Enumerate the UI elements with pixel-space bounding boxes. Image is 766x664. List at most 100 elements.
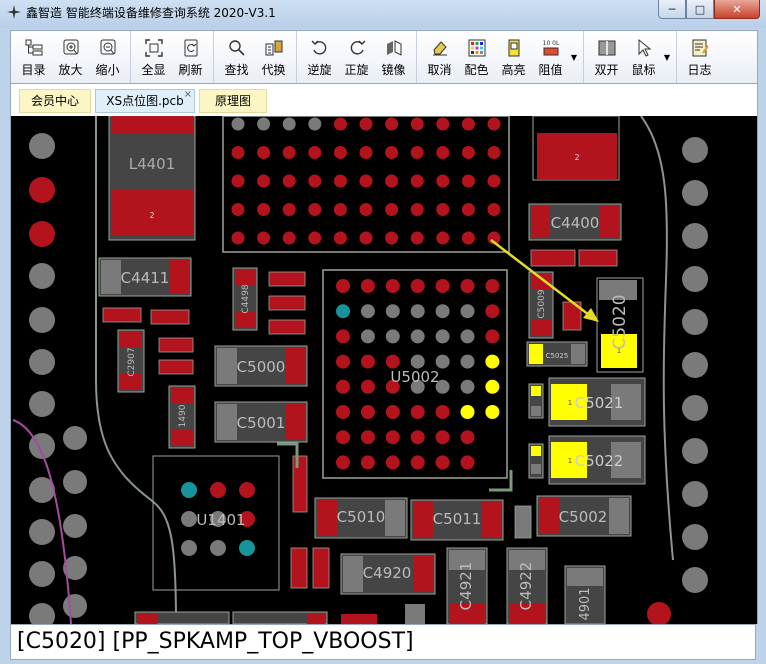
bga-top-ball[interactable] [359,203,373,216]
u5002-ball[interactable] [385,329,400,344]
u5002-ball[interactable] [336,279,350,293]
c4901-component[interactable]: 4901 [564,565,606,624]
left-edge-pad[interactable] [63,514,87,538]
u5002-ball[interactable] [485,354,500,369]
c4411-component[interactable]: C4411 [98,257,192,297]
bga-top-ball[interactable] [231,203,245,216]
u5002-ball[interactable] [410,405,425,419]
right-edge-pad[interactable] [682,481,708,507]
bga-top-ball[interactable] [461,117,475,131]
bga-top-ball[interactable] [410,146,424,159]
fit-all-button[interactable]: 全显 [135,31,172,83]
small-passive[interactable] [268,295,306,311]
bga-top-ball[interactable] [231,146,245,159]
bga-top-ball[interactable] [410,174,424,188]
u5002-ball[interactable] [410,304,425,319]
bga-top-ball[interactable] [461,231,475,245]
u1401-ball[interactable] [210,540,226,556]
c5010-component[interactable]: C5010 [314,497,408,539]
u5002-ball[interactable] [360,455,375,470]
bga-top-ball[interactable] [308,146,322,159]
rotate-cw-button[interactable]: 正旋 [338,31,375,83]
left-edge-pad[interactable] [29,349,55,375]
bga-top-ball[interactable] [410,203,424,216]
u5002-ball[interactable] [360,304,375,319]
bga-top-ball[interactable] [308,203,322,216]
bga-top-ball[interactable] [487,117,501,131]
small-passive[interactable] [158,359,194,375]
small-passive[interactable] [290,547,308,589]
tab-pcb-file[interactable]: XS点位图.pcb × [95,89,195,113]
u5002-ball[interactable] [410,455,425,470]
bga-top-ball[interactable] [257,231,271,245]
right-edge-pad[interactable] [682,223,708,249]
right-edge-pad[interactable] [682,309,708,335]
bga-top-ball[interactable] [282,146,296,159]
u5002-ball[interactable] [385,430,400,445]
cursor-dropdown-icon[interactable]: ▼ [662,31,672,83]
left-edge-pad[interactable] [63,594,87,618]
c5001-component[interactable]: C5001 [214,401,308,443]
bga-top-ball[interactable] [410,231,424,245]
directory-button[interactable]: 目录 [15,31,52,83]
bga-top-ball[interactable] [359,146,373,159]
c4922-component[interactable]: C4922 [506,547,548,624]
bga-top-ball[interactable] [257,174,271,188]
u5002-ball[interactable] [460,430,475,445]
tab-close-icon[interactable]: × [184,84,192,106]
small-passive[interactable] [530,249,576,267]
u5002-ball[interactable] [435,279,450,293]
u5002-ball[interactable] [435,455,450,470]
bga-top-ball[interactable] [333,203,347,216]
bga-top-ball[interactable] [333,174,347,188]
u1401-ball[interactable] [181,482,197,498]
bga-top-ball[interactable] [487,146,501,159]
c5020-component[interactable]: 1 C5020 [596,277,644,373]
u5002-ball[interactable] [435,354,450,369]
u5002-ball[interactable] [360,379,375,394]
left-edge-pad[interactable] [29,221,55,247]
right-edge-pad[interactable] [682,137,708,163]
u1401-ball[interactable] [181,511,197,527]
dual-view-button[interactable]: 双开 [588,31,625,83]
small-passive[interactable] [578,249,618,267]
u5002-ball[interactable] [435,304,450,319]
bga-top-ball[interactable] [231,231,245,245]
small-cap-yellow-1[interactable] [528,383,544,419]
u5002-ball[interactable] [385,455,400,470]
right-edge-pad[interactable] [682,352,708,378]
bga-top-ball[interactable] [385,203,399,216]
left-edge-pad[interactable] [63,470,87,494]
u5002-ball[interactable] [336,379,350,394]
u5002-ball[interactable] [360,405,375,419]
u5002-ball[interactable] [410,279,425,293]
u5002-ball[interactable] [360,279,375,293]
bga-top-ball[interactable] [436,174,450,188]
u5002-ball[interactable] [460,304,475,319]
c2907-component[interactable]: C2907 [117,329,145,393]
u5002-ball[interactable] [485,329,500,344]
search-button[interactable]: 查找 [218,31,255,83]
u5002-ball[interactable] [435,329,450,344]
cancel-button[interactable]: 取消 [421,31,458,83]
bga-top-ball[interactable] [359,117,373,131]
palette-button[interactable]: 配色 [458,31,495,83]
u5002-ball[interactable] [460,455,475,470]
bga-top-ball[interactable] [257,117,271,131]
c5022-component[interactable]: C5022 1 [548,435,646,485]
tab-member-center[interactable]: 会员中心 [19,89,91,113]
c4400-component[interactable]: C4400 [528,203,622,241]
rotate-ccw-button[interactable]: 逆旋 [301,31,338,83]
u5002-ball[interactable] [410,430,425,445]
mirror-button[interactable]: 镜像 [375,31,412,83]
c4498-component[interactable]: C4498 [232,267,258,331]
bga-top-ball[interactable] [385,146,399,159]
u1401-ball[interactable] [181,540,197,556]
bga-top-ball[interactable] [308,231,322,245]
right-edge-pad[interactable] [682,266,708,292]
pcb-board-view[interactable]: L4401 2 2 C4400 C4411 C4498 C2907 1490 C… [11,116,757,624]
u5002-ball[interactable] [435,405,450,419]
bga-top-ball[interactable] [282,231,296,245]
minimize-button[interactable]: ─ [658,0,686,19]
u5002-ball[interactable] [485,405,500,419]
